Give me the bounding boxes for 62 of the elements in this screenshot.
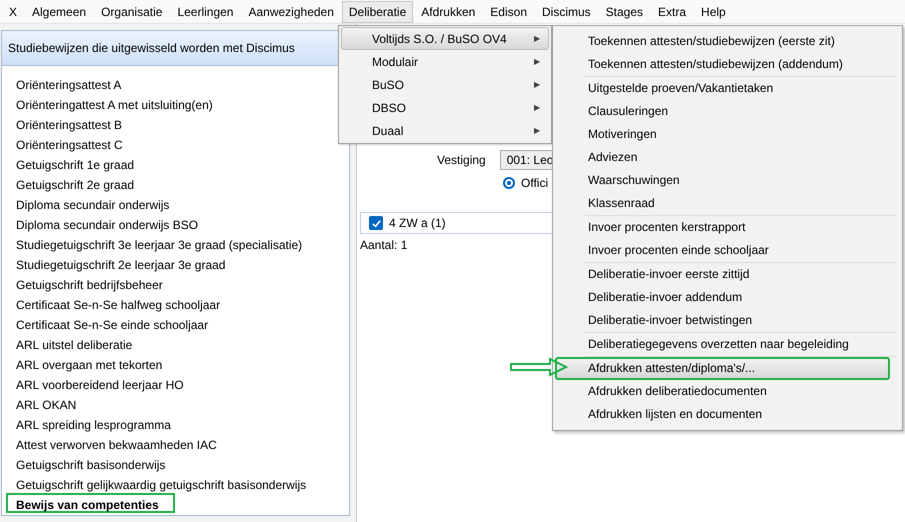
list-item[interactable]: Oriënteringsattest C xyxy=(6,133,129,153)
menu-item[interactable]: Algemeen xyxy=(25,0,94,22)
menu-item[interactable]: Waarschuwingen xyxy=(555,169,900,192)
checkbox[interactable] xyxy=(369,216,383,230)
menu-item[interactable]: Deliberatie xyxy=(342,0,414,22)
list-item[interactable]: Studiegetuigschrift 2e leerjaar 3e graad xyxy=(6,253,232,273)
menu-item[interactable]: Deliberatie-invoer eerste zittijd xyxy=(555,263,900,286)
list-item[interactable]: ARL OKAN xyxy=(6,393,82,413)
list-item[interactable]: Getuigschrift bedrijfsbeheer xyxy=(6,273,169,293)
menu-item[interactable]: Clausuleringen xyxy=(555,100,900,123)
menu-item[interactable]: Adviezen xyxy=(555,146,900,169)
checkbox-label: 4 ZW a (1) xyxy=(389,216,446,230)
radio-button[interactable] xyxy=(503,177,515,189)
list-item[interactable]: Certificaat Se-n-Se einde schooljaar xyxy=(6,313,214,333)
list-item[interactable]: ARL spreiding lesprogramma xyxy=(6,413,177,433)
menu-item[interactable]: Afdrukken xyxy=(414,0,482,22)
radio-label: Offici xyxy=(521,176,548,190)
list-item[interactable]: Studiegetuigschrift 3e leerjaar 3e graad (specialisatie) xyxy=(6,233,308,253)
list-item[interactable]: Bewijs van competenties xyxy=(6,493,175,513)
menu-item[interactable]: Deliberatie-invoer betwistingen xyxy=(555,309,900,332)
menu-item[interactable]: Afdrukken lijsten en documenten xyxy=(555,403,900,426)
menu-item[interactable]: Toekennen attesten/studiebewijzen (eerste zit) xyxy=(555,30,900,53)
menu-item[interactable]: Discimus xyxy=(535,0,598,22)
menu-item[interactable]: Duaal ▶ xyxy=(341,119,549,142)
list-item[interactable]: Oriënteringsattest A xyxy=(6,73,128,93)
menu-item[interactable]: Toekennen attesten/studiebewijzen (addendum) xyxy=(555,53,900,76)
menu-item[interactable]: Help xyxy=(694,0,733,22)
menu-item[interactable]: X xyxy=(2,0,24,22)
menu-item[interactable]: Deliberatie-invoer addendum xyxy=(555,286,900,309)
field-label: Vestiging xyxy=(437,153,486,167)
list-item[interactable]: Oriënteringattest A met uitsluiting(en) xyxy=(6,93,219,113)
list-item[interactable]: Getuigschrift basisonderwijs xyxy=(6,453,172,473)
menu-item[interactable]: Klassenraad xyxy=(555,192,900,215)
list-item[interactable]: ARL overgaan met tekorten xyxy=(6,353,168,373)
menu-item[interactable]: Afdrukken attesten/diploma's/... xyxy=(555,357,890,380)
count-text: Aantal: 1 xyxy=(360,238,408,252)
menu-item[interactable]: Uitgestelde proeven/Vakantietaken xyxy=(555,77,900,100)
menu-item[interactable]: BuSO ▶ xyxy=(341,73,549,96)
arrow-icon xyxy=(510,357,568,377)
menu-item[interactable]: Leerlingen xyxy=(170,0,240,22)
list-item[interactable]: Getuigschrift 1e graad xyxy=(6,153,140,173)
menu-item[interactable]: Organisatie xyxy=(94,0,170,22)
list-item[interactable]: ARL voorbereidend leerjaar HO xyxy=(6,373,190,393)
list-item[interactable]: Getuigschrift 2e graad xyxy=(6,173,140,193)
menu-item[interactable]: Motiveringen xyxy=(555,123,900,146)
menu-item[interactable]: Deliberatiegegevens overzetten naar begeleiding xyxy=(555,333,900,356)
menu-item[interactable]: DBSO ▶ xyxy=(341,96,549,119)
list-item[interactable]: ARL uitstel deliberatie xyxy=(6,333,138,353)
menu-item[interactable]: Voltijds S.O. / BuSO OV4 ▶ xyxy=(341,27,549,50)
menu-item[interactable]: Stages xyxy=(598,0,650,22)
menu-item[interactable]: Afdrukken deliberatiedocumenten xyxy=(555,380,900,403)
list-item[interactable]: Certificaat Se-n-Se halfweg schooljaar xyxy=(6,293,226,313)
list-item[interactable]: Getuigschrift gelijkwaardig getuigschrift basisonderwijs xyxy=(6,473,312,493)
menu-item[interactable]: Invoer procenten kerstrapport xyxy=(555,216,900,239)
list-item[interactable]: Diploma secundair onderwijs xyxy=(6,193,176,213)
menu-item[interactable]: Edison xyxy=(483,0,534,22)
menu-item[interactable]: Invoer procenten einde schooljaar xyxy=(555,239,900,262)
list-item[interactable]: Attest verworven bekwaamheden IAC xyxy=(6,433,223,453)
menu-item[interactable]: Extra xyxy=(651,0,694,22)
menu-item[interactable]: Aanwezigheden xyxy=(241,0,341,22)
list-item[interactable]: Diploma secundair onderwijs BSO xyxy=(6,213,204,233)
list-item[interactable]: Oriënteringsattest B xyxy=(6,113,128,133)
